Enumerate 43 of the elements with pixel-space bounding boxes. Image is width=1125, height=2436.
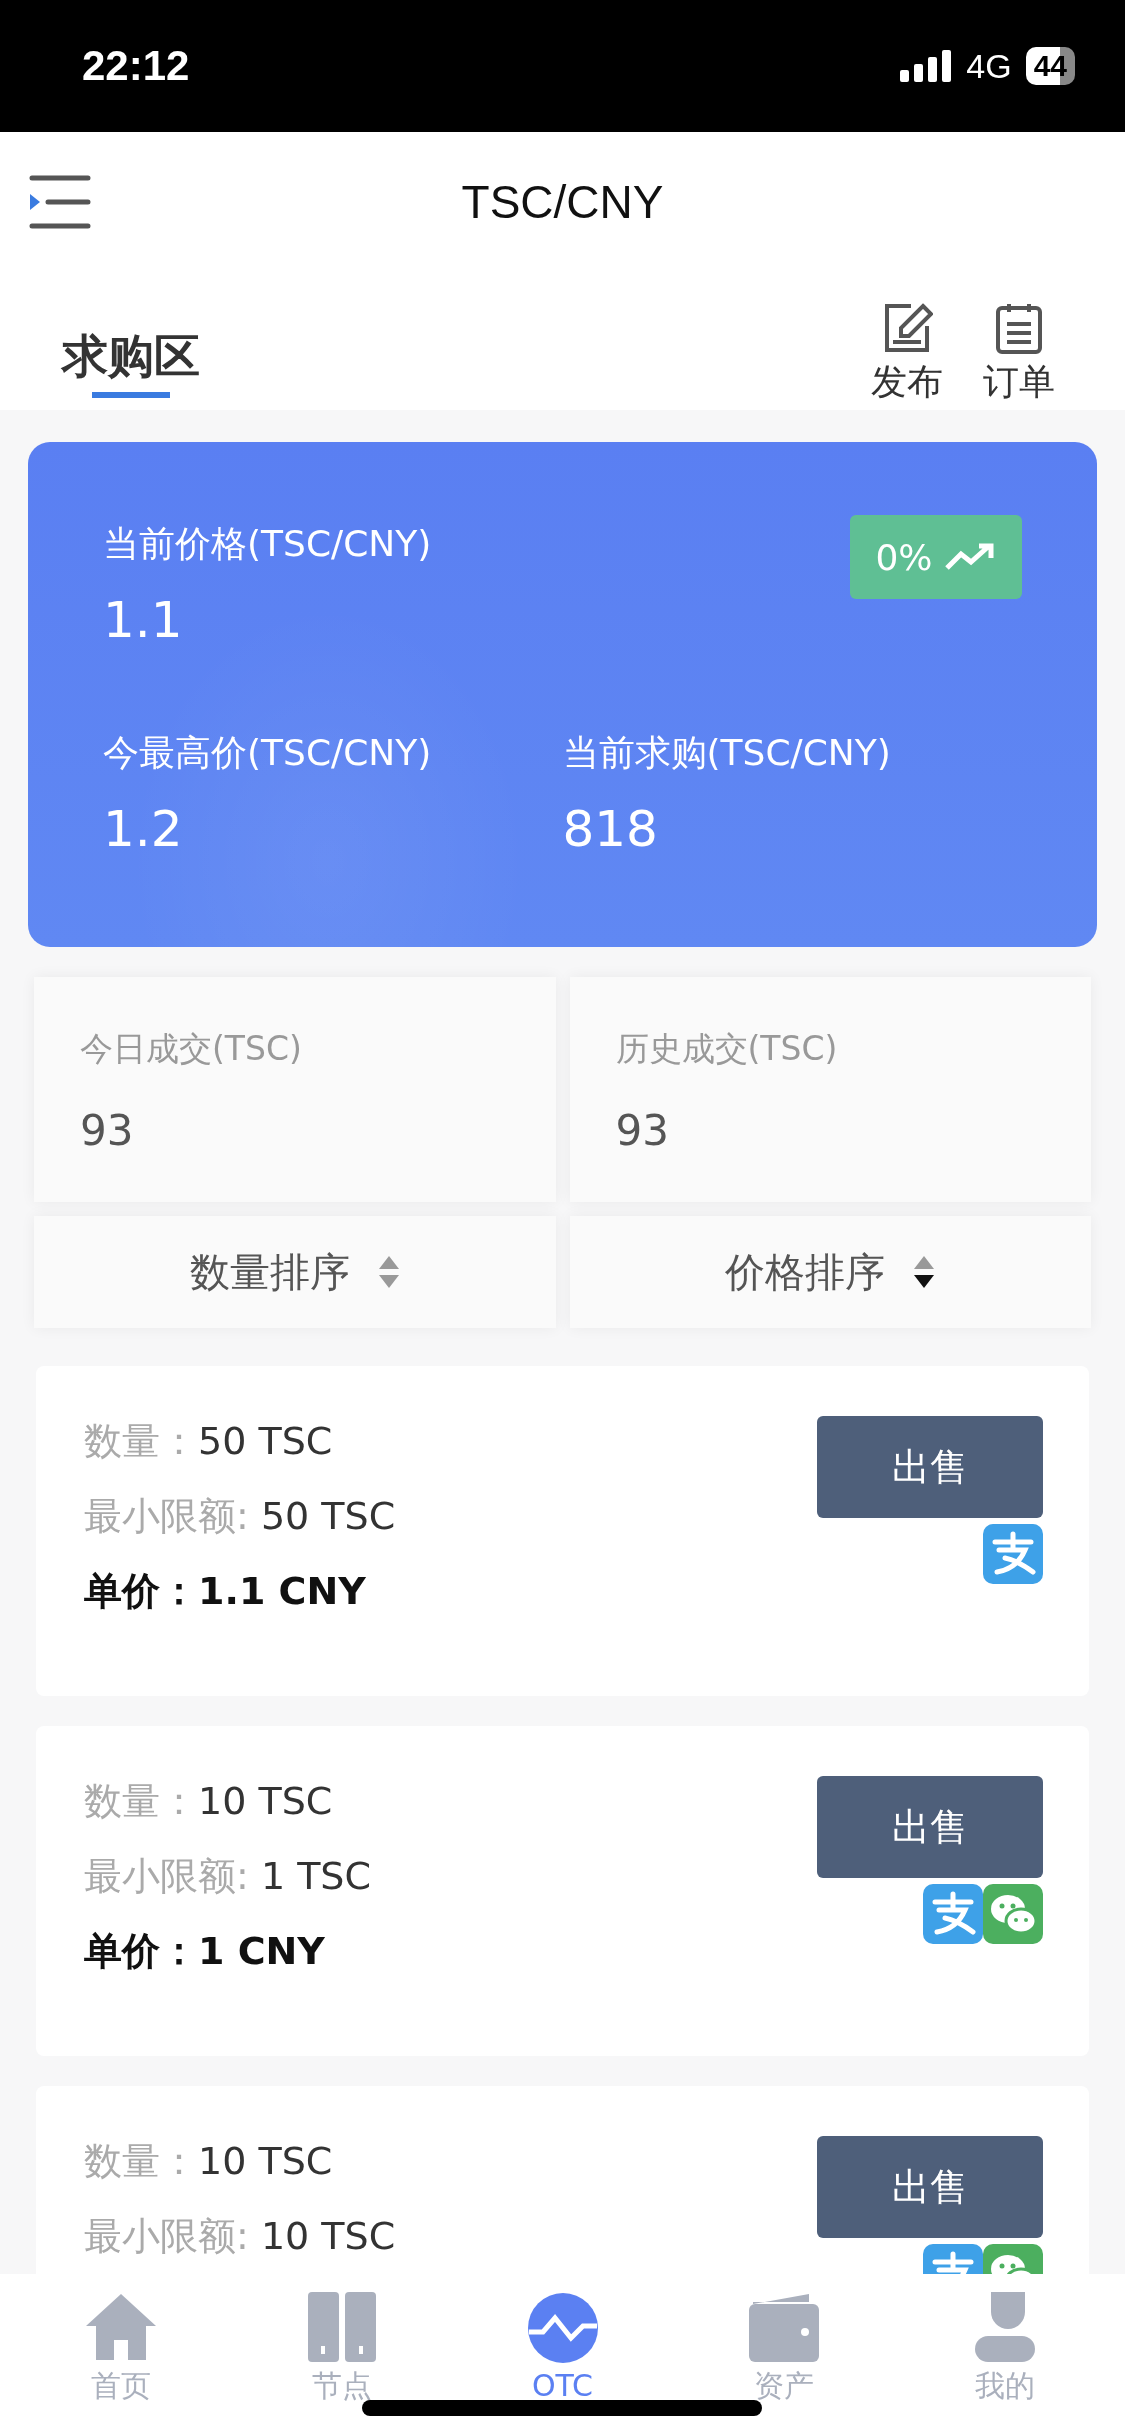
quantity-text: 数量：50 TSC — [84, 1418, 334, 1465]
unit-price-text: 单价：1 CNY — [84, 1928, 326, 1975]
publish-button[interactable]: 发布 — [871, 302, 943, 407]
network-label: 4G — [966, 46, 1012, 86]
trend-icon — [944, 542, 997, 572]
bid-label: 当前求购(TSC/CNY) — [562, 731, 891, 775]
high-price-value: 1.2 — [103, 800, 183, 858]
stat-label: 历史成交(TSC) — [615, 1028, 839, 1070]
min-limit-text: 最小限额: 50 TSC — [84, 1493, 396, 1540]
orders-button[interactable]: 订单 — [983, 302, 1055, 407]
alipay-icon — [983, 1524, 1043, 1584]
cabinet-icon — [307, 2292, 376, 2362]
min-limit-text: 最小限额: 10 TSC — [84, 2213, 396, 2260]
unit-price-text: 单价：1.1 CNY — [84, 1568, 367, 1615]
wechat-icon — [983, 1884, 1043, 1944]
alipay-icon — [923, 1884, 983, 1944]
status-time: 22:12 — [82, 42, 190, 90]
stat-value: 93 — [615, 1106, 670, 1155]
current-price-label: 当前价格(TSC/CNY) — [103, 522, 432, 566]
nav-tab[interactable]: OTC — [462, 2292, 663, 2436]
battery-level: 44 — [1025, 47, 1075, 85]
bid-value: 818 — [562, 800, 658, 858]
stat-value: 93 — [80, 1106, 135, 1155]
tab[interactable]: 求购区 — [62, 272, 200, 402]
sell-button[interactable]: 出售 — [817, 2136, 1043, 2238]
menu-button[interactable] — [28, 174, 92, 230]
wave-circle-icon — [526, 2292, 599, 2364]
change-badge: 0% — [850, 515, 1022, 599]
sell-button[interactable]: 出售 — [817, 1776, 1043, 1878]
clipboard-icon — [995, 302, 1043, 354]
page-title: TSC/CNY — [461, 175, 664, 229]
current-price-value: 1.1 — [103, 591, 183, 649]
min-limit-text: 最小限额: 1 TSC — [84, 1853, 372, 1900]
user-icon — [974, 2292, 1035, 2362]
quantity-text: 数量：10 TSC — [84, 1778, 334, 1825]
stat-label: 今日成交(TSC) — [80, 1028, 303, 1070]
wallet-icon — [748, 2292, 819, 2362]
sort-button[interactable]: 数量排序 — [34, 1216, 556, 1328]
signal-icon — [900, 50, 953, 82]
sell-button[interactable]: 出售 — [817, 1416, 1043, 1518]
sort-button[interactable]: 价格排序 — [569, 1216, 1091, 1328]
quantity-text: 数量：10 TSC — [84, 2138, 334, 2185]
high-price-label: 今最高价(TSC/CNY) — [103, 731, 432, 775]
